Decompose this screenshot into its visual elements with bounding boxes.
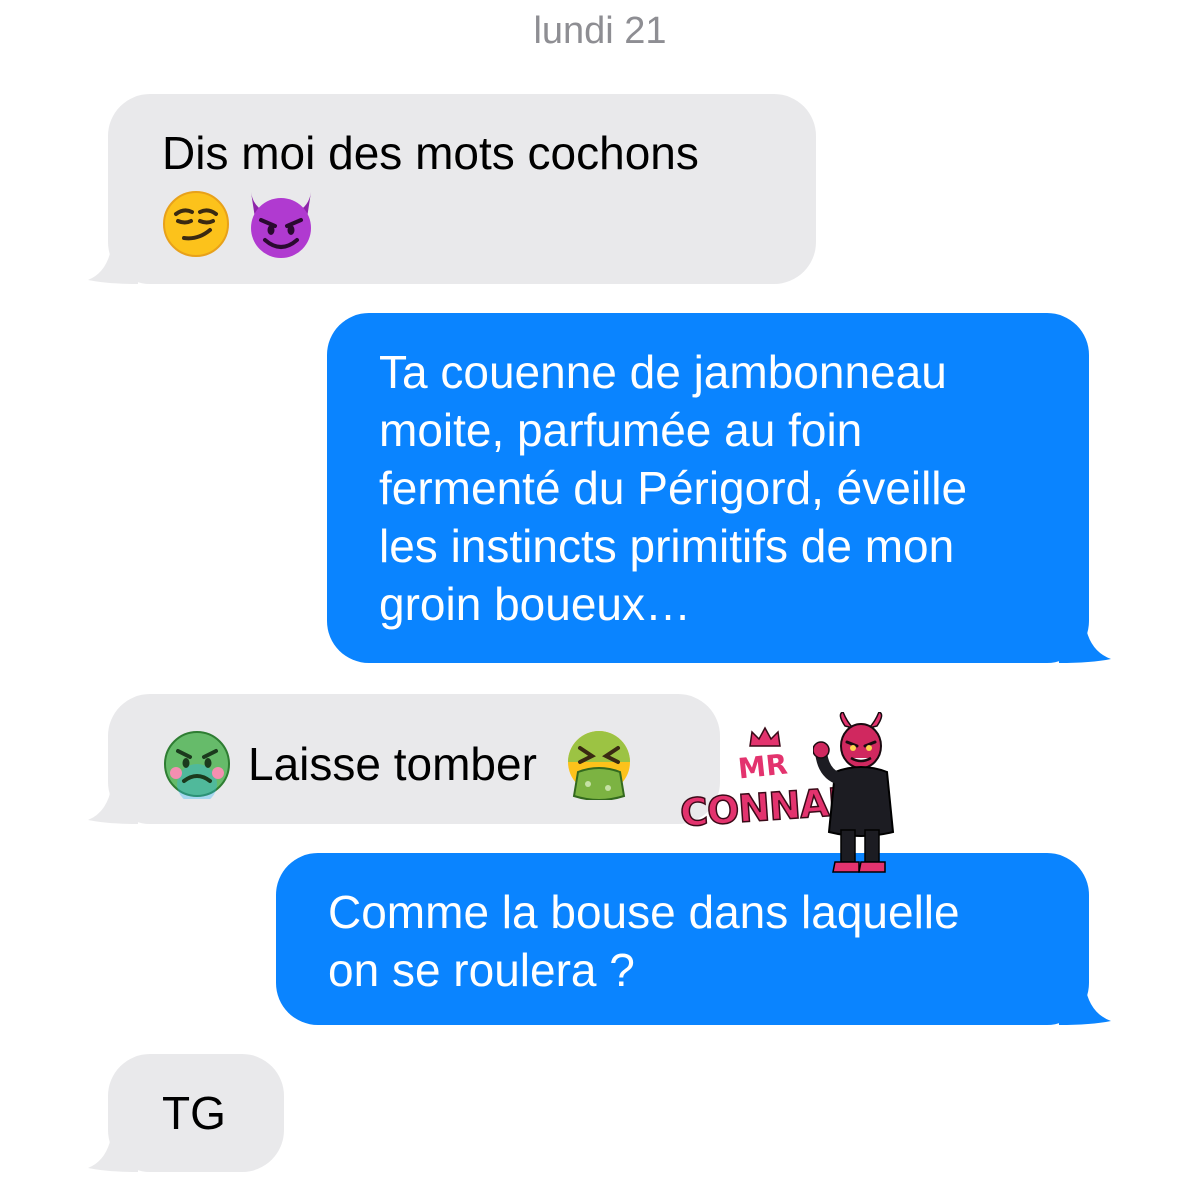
- message-bubble-incoming[interactable]: TG: [88, 1054, 284, 1172]
- message-text-line: on se roulera ?: [328, 944, 635, 996]
- message-text-line: les instincts primitifs de mon: [379, 520, 955, 572]
- smiling-devil-emoji: [250, 192, 311, 258]
- message-bubble-incoming[interactable]: Dis moi des mots cochons: [88, 94, 816, 284]
- message-bubble-incoming[interactable]: Laisse tomber: [88, 694, 720, 824]
- bubble-tail: [1059, 623, 1111, 663]
- message-text-line: groin boueux…: [379, 578, 691, 630]
- sticker-text-mr: MR: [736, 747, 790, 786]
- message-text-line: Ta couenne de jambonneau: [379, 346, 947, 398]
- nauseated-face-emoji: [164, 731, 230, 799]
- smirking-face-emoji: [163, 191, 229, 257]
- bubble-tail: [88, 1132, 138, 1172]
- message-text-line: Comme la bouse dans laquelle: [328, 886, 960, 938]
- vomiting-face-emoji: [567, 731, 630, 800]
- bubble-tail: [88, 244, 138, 284]
- date-separator: lundi 21: [533, 10, 667, 52]
- message-text: Laisse tomber: [248, 738, 537, 790]
- bubble-tail: [1059, 985, 1111, 1025]
- message-bubble-outgoing[interactable]: Ta couenne de jambonneau moite, parfumée…: [327, 313, 1111, 663]
- message-text: TG: [162, 1087, 226, 1139]
- devil-character-sticker: [813, 712, 895, 873]
- mr-connard-sticker: MR CONNARD: [678, 712, 908, 877]
- message-text-line: moite, parfumée au foin: [379, 404, 863, 456]
- message-text-line: fermenté du Périgord, éveille: [379, 462, 968, 514]
- crown-icon: [749, 726, 781, 747]
- message-bubble-outgoing[interactable]: Comme la bouse dans laquelle on se roule…: [276, 853, 1111, 1025]
- message-text: Dis moi des mots cochons: [162, 127, 699, 179]
- bubble-tail: [88, 784, 138, 824]
